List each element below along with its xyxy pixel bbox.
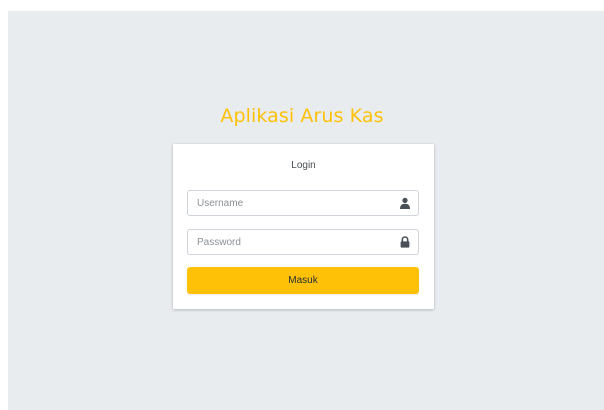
- username-input-group: [187, 190, 419, 216]
- username-input[interactable]: [188, 191, 384, 215]
- app-title: Aplikasi Arus Kas: [220, 105, 384, 127]
- login-card: Login Masuk: [173, 144, 434, 309]
- login-title: Login: [291, 160, 316, 171]
- password-input-group: [187, 229, 419, 255]
- login-button[interactable]: Masuk: [187, 267, 419, 294]
- password-input[interactable]: [188, 230, 384, 254]
- lock-icon: [399, 236, 411, 248]
- user-icon: [399, 197, 411, 209]
- corner-mark: [0, 0, 4, 4]
